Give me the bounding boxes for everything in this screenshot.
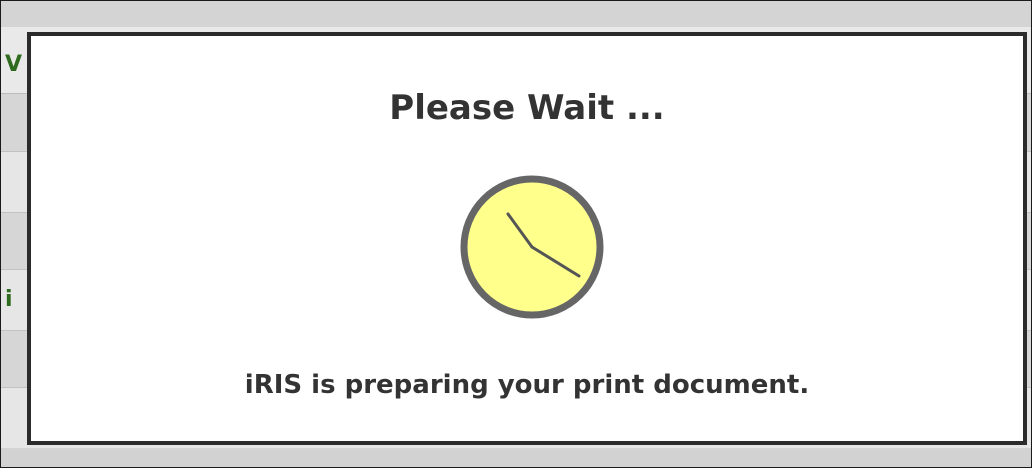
clock-icon	[460, 175, 604, 319]
background-row	[1, 449, 1031, 467]
background-page: V i Please Wait ... iRIS is preparing yo…	[0, 0, 1032, 468]
background-heading-fragment: V	[5, 52, 23, 77]
background-heading-fragment: i	[5, 287, 13, 312]
dialog-title: Please Wait ...	[389, 88, 665, 128]
dialog-message: iRIS is preparing your print document.	[244, 370, 810, 400]
please-wait-dialog: Please Wait ... iRIS is preparing your p…	[27, 32, 1027, 445]
